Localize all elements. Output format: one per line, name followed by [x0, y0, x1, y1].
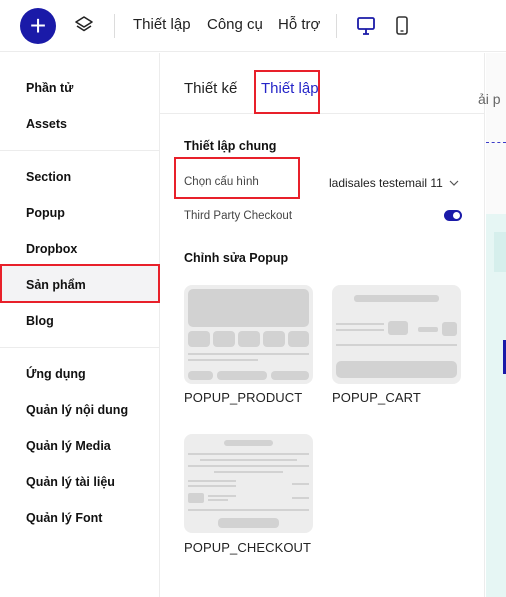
sidebar-item-assets[interactable]: Assets: [26, 117, 67, 131]
sidebar-item-dropbox[interactable]: Dropbox: [26, 242, 77, 256]
tab-design[interactable]: Thiết kế: [184, 80, 237, 97]
popup-checkout-label[interactable]: POPUP_CHECKOUT: [184, 540, 311, 555]
third-party-checkout-label: Third Party Checkout: [184, 210, 293, 222]
popup-cart-thumbnail: [336, 295, 457, 378]
toolbar-divider: [336, 14, 337, 38]
toolbar-divider: [114, 14, 115, 38]
layers-icon[interactable]: [74, 15, 94, 35]
config-highlight-box: [174, 157, 300, 199]
sidebar-item-products[interactable]: Sản phẩm: [26, 278, 86, 292]
sidebar-item-apps[interactable]: Ứng dụng: [26, 367, 86, 381]
sidebar-item-media[interactable]: Quản lý Media: [26, 439, 111, 453]
sidebar-item-fonts[interactable]: Quản lý Font: [26, 511, 102, 525]
edit-popup-title: Chỉnh sửa Popup: [184, 251, 289, 265]
menu-tools[interactable]: Công cụ: [207, 16, 263, 33]
menu-help[interactable]: Hỗ trợ: [278, 16, 320, 33]
mobile-icon[interactable]: [392, 15, 412, 37]
top-toolbar: + Thiết lập Công cụ Hỗ trợ: [0, 0, 506, 52]
config-select-value: ladisales testemail 11: [329, 176, 443, 190]
popup-product-thumbnail: [188, 289, 309, 380]
config-select[interactable]: ladisales testemail 11: [329, 176, 459, 190]
sidebar-item-section[interactable]: Section: [26, 170, 71, 184]
sidebar-item-documents[interactable]: Quản lý tài liệu: [26, 475, 115, 489]
sidebar-item-content[interactable]: Quản lý nội dung: [26, 403, 128, 417]
popup-checkout-card[interactable]: [184, 434, 313, 533]
sidebar-item-popup[interactable]: Popup: [26, 206, 65, 220]
chevron-down-icon: [449, 180, 459, 186]
third-party-checkout-toggle[interactable]: [444, 210, 462, 221]
tab-divider: [160, 113, 485, 114]
popup-product-label[interactable]: POPUP_PRODUCT: [184, 390, 302, 405]
popup-cart-card[interactable]: [332, 285, 461, 384]
popup-product-card[interactable]: [184, 285, 313, 384]
desktop-icon[interactable]: [356, 15, 376, 37]
menu-settings[interactable]: Thiết lập: [133, 16, 191, 33]
sidebar-divider: [0, 150, 160, 151]
popup-checkout-thumbnail: [188, 440, 309, 528]
canvas-shape: [494, 232, 506, 272]
tab-highlight-box: [254, 70, 320, 114]
popup-cart-label[interactable]: POPUP_CART: [332, 390, 421, 405]
sidebar-divider: [0, 347, 160, 348]
sidebar-item-elements[interactable]: Phần tử: [26, 81, 73, 95]
canvas-text-fragment: ải p: [478, 91, 501, 107]
plus-icon: +: [29, 10, 47, 41]
general-settings-title: Thiết lập chung: [184, 139, 277, 153]
sidebar-item-blog[interactable]: Blog: [26, 314, 54, 328]
add-element-button[interactable]: +: [20, 8, 56, 44]
canvas-guide-line: [486, 142, 506, 143]
